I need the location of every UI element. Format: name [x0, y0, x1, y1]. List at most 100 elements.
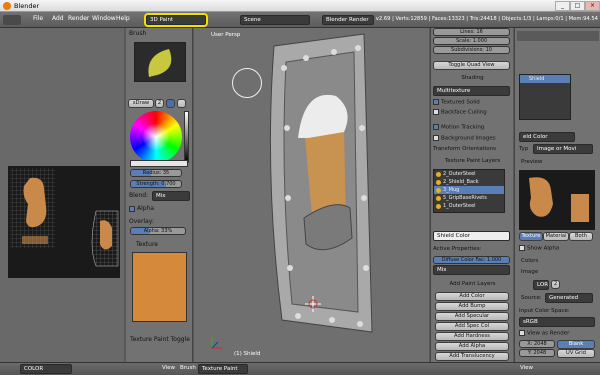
- texture-preview[interactable]: [132, 252, 187, 322]
- input-color-space-label: Input Color Space:: [519, 308, 570, 314]
- texture-header[interactable]: Texture: [136, 241, 196, 248]
- layer-item-selected[interactable]: 3_Mug: [434, 186, 504, 194]
- brush-fake-user-icon[interactable]: [166, 99, 175, 108]
- preview-tab-texture[interactable]: Texture: [519, 232, 543, 241]
- grid-lines-field[interactable]: Lines: 16: [433, 28, 510, 36]
- add-paint-layers-header[interactable]: Add Paint Layers: [433, 281, 512, 290]
- grid-scale-field[interactable]: Scale: 1.000: [433, 37, 510, 45]
- view-as-render-checkbox[interactable]: [519, 330, 525, 336]
- menu-brush[interactable]: Brush: [180, 365, 196, 371]
- view-as-render-toggle[interactable]: View as Render: [519, 330, 598, 339]
- generated-type-blank[interactable]: Blank: [557, 340, 595, 349]
- layer-icon: [436, 204, 441, 209]
- preview-header[interactable]: Preview: [521, 159, 600, 168]
- paint-layers-header[interactable]: Texture Paint Layers: [433, 158, 512, 167]
- color-swatch[interactable]: [130, 160, 188, 167]
- uv-layer-dropdown[interactable]: COLOR: [20, 364, 72, 374]
- toggle-quad-view-button[interactable]: Toggle Quad View: [433, 61, 510, 70]
- add-specular-button[interactable]: Add Specular: [435, 312, 509, 321]
- show-alpha-checkbox[interactable]: [519, 245, 525, 251]
- image-y-size-field[interactable]: Y: 2048: [519, 349, 555, 357]
- add-alpha-button[interactable]: Add Alpha: [435, 342, 509, 351]
- diffuse-color-fac-slider[interactable]: Diffuse Color Fac: 1.000: [433, 256, 510, 264]
- brush-header[interactable]: Brush: [129, 30, 189, 37]
- menu-file[interactable]: File: [33, 15, 43, 22]
- paint-layers-list[interactable]: 2_OuterSteel 2_Shield_Back 3_Mug 5_GripB…: [433, 169, 505, 213]
- background-images-checkbox[interactable]: [433, 135, 439, 141]
- colors-header[interactable]: Colors: [521, 258, 600, 267]
- texture-slots-list[interactable]: Shield: [519, 74, 571, 120]
- render-engine-dropdown[interactable]: Blender Render: [322, 15, 374, 25]
- blend-dropdown[interactable]: Mix: [152, 191, 190, 201]
- shield-color-field[interactable]: Shield Color: [433, 231, 510, 241]
- menu-render[interactable]: Render: [68, 15, 89, 22]
- uv-image-editor[interactable]: [0, 28, 124, 362]
- layer-item[interactable]: 1_OuterSteel: [434, 202, 504, 210]
- menu-view[interactable]: View: [162, 365, 175, 371]
- scene-stats: v2.69 | Verts:12859 | Faces:13323 | Tris…: [375, 16, 598, 22]
- grid-subdiv-field[interactable]: Subdivisions: 10: [433, 46, 510, 54]
- preview-tab-material[interactable]: Material: [543, 232, 569, 241]
- add-bump-button[interactable]: Add Bump: [435, 302, 509, 311]
- color-space-dropdown[interactable]: sRGB: [519, 317, 595, 327]
- value-slider[interactable]: [184, 111, 189, 163]
- close-button[interactable]: ×: [585, 1, 600, 11]
- maximize-button[interactable]: □: [570, 1, 585, 11]
- scene-field[interactable]: Scene: [240, 15, 310, 25]
- alpha-checkbox[interactable]: [129, 205, 135, 212]
- add-spec-col-button[interactable]: Add Spec Col: [435, 322, 509, 331]
- textured-solid-toggle[interactable]: Textured Solid: [433, 99, 512, 108]
- layer-item[interactable]: 2_OuterSteel: [434, 170, 504, 178]
- motion-tracking-checkbox[interactable]: [433, 124, 439, 130]
- layer-item[interactable]: 5_GripBaseRivets: [434, 194, 504, 202]
- overlay-alpha-slider[interactable]: Alpha: 33%: [130, 227, 186, 235]
- motion-tracking-toggle[interactable]: Motion Tracking: [433, 124, 512, 133]
- uv-texture-preview: [8, 166, 120, 278]
- backface-culling-toggle[interactable]: Backface Culling: [433, 109, 512, 118]
- brush-preview[interactable]: [134, 42, 186, 82]
- texture-slot-shield[interactable]: Shield: [520, 75, 570, 83]
- image-name-field[interactable]: LOR: [533, 280, 549, 290]
- textured-solid-checkbox[interactable]: [433, 99, 439, 105]
- image-x-size-field[interactable]: X: 2048: [519, 340, 555, 348]
- color-wheel[interactable]: [130, 111, 182, 163]
- add-color-button[interactable]: Add Color: [435, 292, 509, 301]
- image-users-field[interactable]: 2: [551, 280, 560, 289]
- properties-tabs[interactable]: [517, 31, 599, 41]
- minimize-button[interactable]: _: [555, 1, 570, 11]
- brush-users-field[interactable]: 2: [155, 99, 164, 108]
- menu-view-right[interactable]: View: [520, 365, 533, 371]
- menu-add[interactable]: Add: [52, 15, 64, 22]
- menu-window[interactable]: Window: [92, 15, 116, 22]
- alpha-toggle[interactable]: Alpha: [129, 205, 189, 212]
- shading-mode-dropdown[interactable]: Multitexture: [433, 86, 510, 96]
- backface-culling-checkbox[interactable]: [433, 109, 439, 115]
- add-translucency-button[interactable]: Add Translucency: [435, 352, 509, 361]
- add-hardness-button[interactable]: Add Hardness: [435, 332, 509, 341]
- texture-paint-toggle[interactable]: Texture Paint Toggle: [130, 336, 190, 343]
- screen-layout-field[interactable]: 3D Paint: [144, 13, 208, 27]
- editor-type-icon[interactable]: [3, 15, 21, 25]
- source-dropdown[interactable]: Generated: [545, 293, 593, 303]
- radius-slider[interactable]: Radius: 35: [130, 169, 182, 177]
- menu-help[interactable]: Help: [116, 15, 130, 22]
- generated-type-uv-grid[interactable]: UV Grid: [557, 349, 595, 358]
- shading-header[interactable]: Shading: [433, 75, 512, 84]
- layer-item[interactable]: 2_Shield_Back: [434, 178, 504, 186]
- layer-icon: [436, 188, 441, 193]
- brush-close-icon[interactable]: [177, 99, 186, 108]
- texture-type-dropdown[interactable]: Image or Movi: [533, 144, 593, 154]
- background-images-toggle[interactable]: Background Images: [433, 135, 512, 144]
- tool-shelf: Brush sDraw 2 Radius: 35 Strength: 0.700…: [126, 28, 193, 362]
- mode-dropdown[interactable]: Texture Paint: [198, 364, 248, 374]
- layer-blend-dropdown[interactable]: Mix: [433, 265, 510, 275]
- texture-name-field[interactable]: eld Color: [519, 132, 575, 142]
- transform-orientations-panel[interactable]: Transform Orientations: [433, 146, 512, 155]
- strength-slider[interactable]: Strength: 0.700: [130, 180, 182, 188]
- 3d-viewport[interactable]: User Persp (1) Shield: [194, 28, 429, 362]
- show-alpha-toggle[interactable]: Show Alpha: [519, 245, 598, 254]
- image-header[interactable]: Image: [521, 269, 600, 278]
- preview-tab-both[interactable]: Both: [569, 232, 593, 241]
- brush-name-field[interactable]: sDraw: [128, 99, 154, 108]
- preview-texture-drawing: [529, 177, 589, 222]
